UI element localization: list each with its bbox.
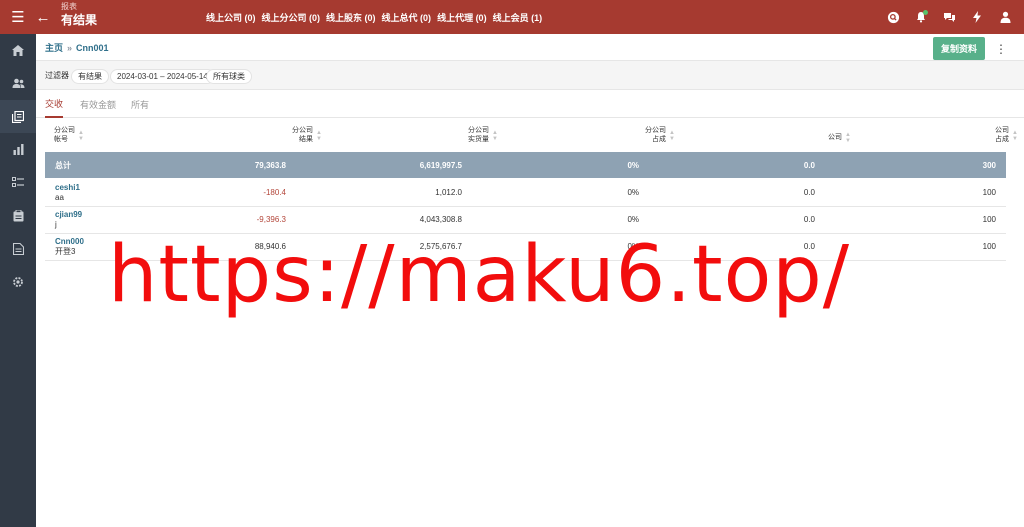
sort-icon[interactable]: ▲ ▼ (316, 130, 322, 142)
account-name: aa (55, 193, 64, 202)
table-header: 分公司 帐号 ▲ ▼ 分公司 结果 ▲ ▼ 分公司 实货量 ▲ ▼ 分公司 占成 ▲ ▼ 公司 … (45, 124, 1018, 152)
volume-value: 4,043,308.8 (419, 215, 462, 224)
account-link[interactable]: Cnn000 (55, 237, 84, 247)
online-agent-link[interactable]: 线上代理 (0) (437, 11, 487, 24)
top-bar: ☰ ← 报表 有结果 线上公司 (0) 线上分公司 (0) 线上股东 (0) 线… (0, 0, 1024, 34)
online-company-link[interactable]: 线上公司 (0) (206, 11, 256, 24)
account-link[interactable]: cjian99 (55, 210, 82, 220)
document-icon[interactable] (0, 232, 36, 265)
sort-icon[interactable]: ▲ ▼ (492, 130, 498, 142)
page-title: 有结果 (61, 13, 98, 27)
sidebar (0, 34, 36, 527)
tab-settlement[interactable]: 交收 (45, 91, 64, 118)
account-link[interactable]: ceshi1 (55, 183, 80, 193)
account-name: 开登3 (55, 247, 76, 256)
total-company: 0.0 (803, 160, 815, 170)
total-company-share: 300 (982, 160, 996, 170)
column-header-line: 帐号 (54, 135, 68, 143)
company-share-value: 100 (982, 215, 996, 224)
account-cell: cjian99 j (55, 210, 82, 230)
chart-icon[interactable] (0, 133, 36, 166)
volume-value: 1,012.0 (435, 188, 462, 197)
column-header-line: 公司 (828, 133, 843, 141)
report-icon[interactable] (0, 100, 36, 133)
more-vertical-icon[interactable]: ⋮ (994, 37, 1008, 60)
share-value: 0% (627, 215, 639, 224)
tab-all[interactable]: 所有 (131, 91, 149, 118)
column-header-line: 占成 (995, 135, 1010, 143)
column-header-account[interactable]: 分公司 帐号 ▲ ▼ (54, 127, 84, 145)
notification-dot (923, 10, 928, 15)
page-subtitle: 报表 (61, 2, 77, 11)
breadcrumb-current[interactable]: Cnn001 (76, 43, 109, 53)
account-cell: ceshi1 aa (55, 183, 80, 203)
column-header-volume[interactable]: 分公司 实货量 ▲ ▼ (468, 127, 498, 145)
chat-icon[interactable] (940, 8, 958, 26)
users-icon[interactable] (0, 67, 36, 100)
filter-label: 过滤器 (45, 71, 69, 80)
column-header-line: 分公司 (54, 127, 75, 134)
column-header-result[interactable]: 分公司 结果 ▲ ▼ (292, 127, 322, 145)
page-title-block: 报表 有结果 (61, 2, 98, 27)
sort-icon[interactable]: ▲ ▼ (78, 130, 84, 142)
result-value: -9,396.3 (256, 215, 286, 224)
user-icon[interactable] (996, 8, 1014, 26)
column-header-line: 结果 (299, 135, 314, 143)
copy-data-button[interactable]: 复制资料 (933, 37, 985, 60)
breadcrumb-home-link[interactable]: 主页 (45, 41, 63, 54)
column-header-line: 占成 (652, 135, 667, 143)
sort-icon[interactable]: ▲ ▼ (1012, 130, 1018, 142)
online-general-agent-link[interactable]: 线上总代 (0) (382, 11, 432, 24)
company-share-value: 100 (982, 188, 996, 197)
tab-valid-amount[interactable]: 有效金额 (80, 91, 116, 118)
filter-bar: 过滤器 有结果 2024-03-01 – 2024-05-14 所有球类 (36, 61, 1024, 90)
column-header-line: 实货量 (468, 135, 490, 143)
result-value: -180.4 (263, 188, 286, 197)
app-frame: ☰ ← 报表 有结果 线上公司 (0) 线上分公司 (0) 线上股东 (0) 线… (0, 0, 1024, 527)
table-row: ceshi1 aa -180.4 1,012.0 0% 0.0 100 (45, 179, 1006, 207)
clipboard-icon[interactable] (0, 199, 36, 232)
breadcrumb-separator: » (67, 42, 73, 53)
filter-status-chip[interactable]: 有结果 (71, 69, 109, 84)
header-actions (884, 0, 1014, 34)
total-share: 0% (627, 160, 639, 170)
online-shareholder-link[interactable]: 线上股东 (0) (326, 11, 376, 24)
column-header-company-share[interactable]: 公司 占成 ▲ ▼ (995, 127, 1018, 145)
sort-icon[interactable]: ▲ ▼ (845, 132, 851, 144)
total-result: 79,363.8 (254, 160, 286, 170)
filter-date-range-chip[interactable]: 2024-03-01 – 2024-05-14 (110, 69, 215, 84)
share-value: 0% (627, 188, 639, 197)
online-member-link[interactable]: 线上会员 (1) (493, 11, 543, 24)
company-value: 0.0 (803, 188, 815, 197)
total-label: 总计 (55, 160, 71, 170)
back-arrow-icon[interactable]: ← (32, 0, 54, 34)
company-value: 0.0 (803, 215, 815, 224)
sort-icon[interactable]: ▲ ▼ (669, 130, 675, 142)
breadcrumb-bar: 主页 » Cnn001 复制资料 ⋮ (36, 34, 1024, 61)
column-header-line: 分公司 (468, 127, 490, 134)
column-header-line: 公司 (995, 127, 1010, 134)
search-icon[interactable] (884, 8, 902, 26)
online-branch-link[interactable]: 线上分公司 (0) (262, 11, 321, 24)
account-cell: Cnn000 开登3 (55, 237, 84, 257)
menu-icon[interactable]: ☰ (6, 0, 30, 34)
filter-sport-chip[interactable]: 所有球类 (206, 69, 252, 84)
list-icon[interactable] (0, 166, 36, 199)
table-total-row: 总计 79,363.8 6,619,997.5 0% 0.0 300 (45, 152, 1006, 178)
online-counts-nav: 线上公司 (0) 线上分公司 (0) 线上股东 (0) 线上总代 (0) 线上代… (206, 0, 542, 34)
column-header-line: 分公司 (645, 127, 667, 134)
bell-icon[interactable] (912, 8, 930, 26)
account-name: j (55, 220, 57, 229)
breadcrumb: 主页 » Cnn001 (45, 34, 109, 61)
home-icon[interactable] (0, 34, 36, 67)
column-header-line: 分公司 (292, 127, 314, 134)
total-volume: 6,619,997.5 (419, 160, 462, 170)
column-header-share[interactable]: 分公司 占成 ▲ ▼ (645, 127, 675, 145)
watermark-url: https://maku6.top/ (108, 230, 851, 320)
bolt-icon[interactable] (968, 8, 986, 26)
column-header-company[interactable]: 公司 ▲ ▼ (828, 132, 851, 144)
settings-icon[interactable] (0, 265, 36, 298)
result-tabs: 交收 有效金额 所有 (36, 91, 1024, 118)
company-share-value: 100 (982, 242, 996, 251)
